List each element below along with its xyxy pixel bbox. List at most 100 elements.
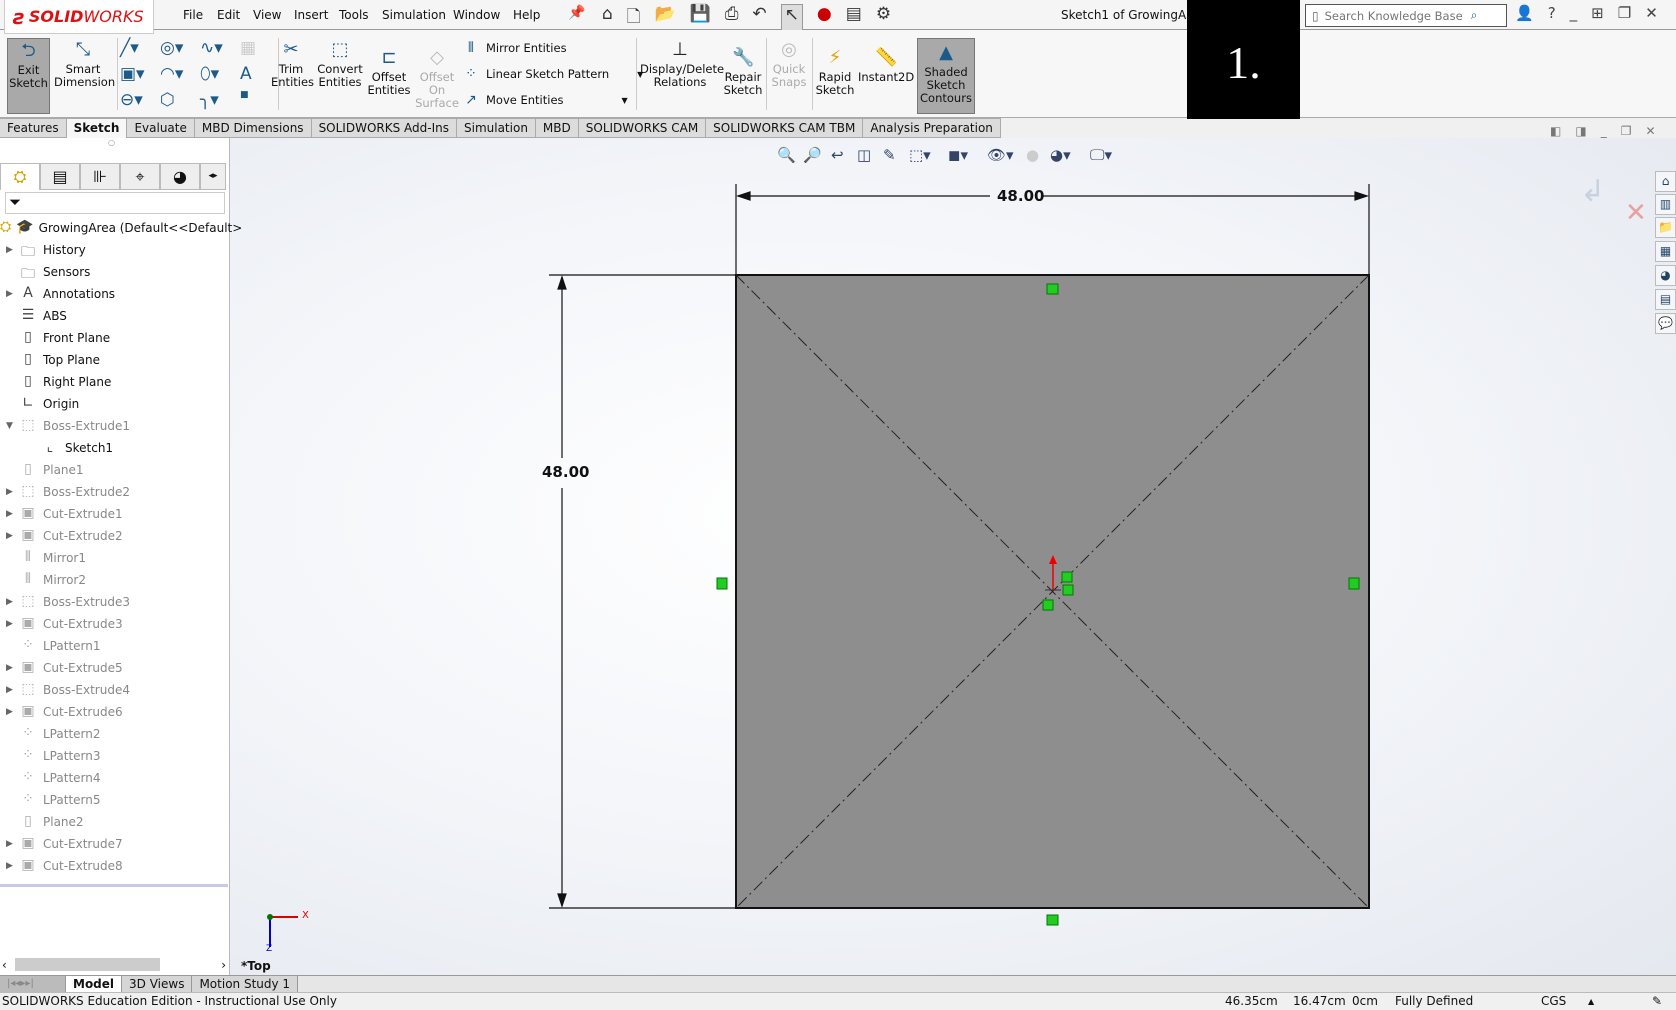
expand-arrow-icon[interactable]: ▶	[6, 245, 18, 255]
expand-arrow-icon[interactable]: ▶	[6, 487, 18, 497]
search-knowledge-base-input[interactable]	[1324, 8, 1465, 23]
point-tool-icon[interactable]: ■	[240, 90, 280, 116]
linear-sketch-pattern-button[interactable]: ⁘ Linear Sketch Pattern ▼	[462, 66, 643, 82]
tree-item[interactable]: ▶ ▣ Cut-Extrude6	[0, 701, 228, 723]
unit-system[interactable]: CGS	[1541, 993, 1566, 1010]
view-palette-icon[interactable]: ▦	[1655, 241, 1676, 262]
expand-arrow-icon[interactable]: ▶	[6, 707, 18, 717]
expand-arrow-icon[interactable]: ▶	[6, 619, 18, 629]
tree-item[interactable]: ⫴ Mirror2	[0, 569, 228, 591]
expand-arrow-icon[interactable]: ▶	[6, 861, 18, 871]
print-icon[interactable]: ⎙	[725, 4, 739, 33]
options-gear-icon[interactable]: ⚙	[876, 4, 891, 33]
width-dimension-value[interactable]: 48.00	[997, 187, 1044, 205]
display-delete-relations-button[interactable]: ⊥ Display/Delete Relations	[640, 40, 724, 89]
expand-arrow-icon[interactable]: ▶	[6, 289, 18, 299]
tree-item[interactable]: ⌞ Sketch1	[0, 437, 228, 459]
home-icon[interactable]: ⌂	[602, 4, 613, 33]
tree-item[interactable]: 🗀 Sensors	[0, 261, 228, 283]
offset-entities-button[interactable]: ⊏ Offset Entities	[366, 48, 412, 97]
feature-manager-tab[interactable]: ⛭	[0, 163, 40, 190]
tree-item[interactable]: ⁘ LPattern1	[0, 635, 228, 657]
graphics-area[interactable]: 🔍 🔎 ↩ ◫ ✎ ⬚▾ ◼▾ 👁▾ ● ◕▾ 🖵▾ ↲ ✕ 48.00 48.…	[230, 138, 1676, 975]
tree-item[interactable]: ▶ ▣ Cut-Extrude5	[0, 657, 228, 679]
trim-entities-button[interactable]: ✂ Trim Entities	[271, 40, 314, 89]
quick-snaps-button[interactable]: ◎ Quick Snaps	[768, 40, 810, 89]
tab-sketch[interactable]: Sketch	[66, 118, 128, 138]
panel-splitter-handle[interactable]: ○	[108, 138, 115, 147]
ellipse-tool-icon[interactable]: ⬯▾	[200, 64, 240, 90]
expand-arrow-icon[interactable]: ▶	[6, 663, 18, 673]
panel-left-icon[interactable]: ◧	[1550, 124, 1561, 138]
configuration-manager-tab[interactable]: ⊪	[80, 163, 120, 190]
tree-item[interactable]: ⫴ Mirror1	[0, 547, 228, 569]
tab-mbd-dimensions[interactable]: MBD Dimensions	[194, 118, 312, 138]
spline-tool-icon[interactable]: ∿▾	[200, 38, 240, 64]
vertical-dimension[interactable]	[549, 274, 736, 909]
help-icon[interactable]: ?	[1548, 4, 1556, 22]
panel-tab-scroll[interactable]: ◂▸	[200, 163, 226, 190]
polygon-tool-icon[interactable]: ⬡	[160, 90, 200, 116]
display-manager-tab[interactable]: ◕	[160, 163, 200, 190]
undo-icon[interactable]: ↶	[752, 4, 766, 33]
close-icon[interactable]: ✕	[1645, 4, 1658, 22]
instant2d-button[interactable]: 📏 Instant2D	[858, 48, 914, 84]
save-icon[interactable]: 💾	[690, 4, 711, 33]
unit-menu-arrow-icon[interactable]: ▲	[1588, 993, 1594, 1010]
dimxpert-manager-tab[interactable]: ⌖	[120, 163, 160, 190]
tab-simulation[interactable]: Simulation	[457, 118, 536, 138]
doc-restore-icon[interactable]: ❐	[1621, 124, 1632, 138]
tab-features[interactable]: Features	[0, 118, 67, 138]
panel-right-icon[interactable]: ◨	[1575, 124, 1586, 138]
tree-item[interactable]: ▯ Top Plane	[0, 349, 228, 371]
circle-tool-icon[interactable]: ◎▾	[160, 38, 200, 64]
tree-item[interactable]: ⁘ LPattern3	[0, 745, 228, 767]
height-dimension-value[interactable]: 48.00	[542, 463, 589, 481]
tree-item[interactable]: ▶ ⬚ Boss-Extrude3	[0, 591, 228, 613]
file-properties-icon[interactable]: ▤	[846, 4, 862, 33]
convert-entities-button[interactable]: ⬚ Convert Entities	[316, 40, 364, 89]
tree-item[interactable]: ▯ Plane1	[0, 459, 228, 481]
custom-properties-icon[interactable]: ▤	[1655, 289, 1676, 310]
expand-arrow-icon[interactable]: ▶	[6, 597, 18, 607]
resources-home-icon[interactable]: ⌂	[1655, 171, 1676, 192]
restore-icon[interactable]: ❐	[1618, 4, 1631, 22]
tree-item[interactable]: ▶ 🗀 History	[0, 239, 228, 261]
tree-item[interactable]: ▼ ⬚ Boss-Extrude1	[0, 415, 228, 437]
tab-mbd[interactable]: MBD	[535, 118, 579, 138]
design-library-icon[interactable]: ▥	[1655, 194, 1676, 215]
menu-window[interactable]: Window	[453, 8, 500, 22]
customize-status-icon[interactable]: ✎	[1652, 993, 1662, 1010]
smart-dimension-button[interactable]: ⤡ Smart Dimension	[54, 40, 115, 89]
collapse-arrow-icon[interactable]: ▼	[6, 421, 18, 431]
tab-solidworks-add-ins[interactable]: SOLIDWORKS Add-Ins	[311, 118, 457, 138]
tab-analysis-preparation[interactable]: Analysis Preparation	[863, 118, 1001, 138]
tree-horizontal-scrollbar[interactable]: ‹ ›	[2, 956, 226, 973]
property-manager-tab[interactable]: ▤	[40, 163, 80, 190]
mirror-entities-button[interactable]: ⫴ Mirror Entities	[462, 40, 567, 56]
bottom-tab-3d-views[interactable]: 3D Views	[122, 976, 193, 992]
menu-tools[interactable]: Tools	[339, 8, 369, 22]
exit-sketch-button[interactable]: ⮌ Exit Sketch	[7, 38, 50, 114]
menu-help[interactable]: Help	[513, 8, 540, 22]
tree-item[interactable]: ⁘ LPattern2	[0, 723, 228, 745]
tree-item[interactable]: ▶ ▣ Cut-Extrude2	[0, 525, 228, 547]
tree-item[interactable]: ⁘ LPattern5	[0, 789, 228, 811]
tree-item[interactable]: ∟ Origin	[0, 393, 228, 415]
move-entities-button[interactable]: ↗ Move Entities ▼	[462, 92, 628, 108]
tile-icon[interactable]: ⊞	[1591, 4, 1604, 22]
select-icon[interactable]: ↖	[780, 4, 803, 33]
tree-item[interactable]: ▶ A Annotations	[0, 283, 228, 305]
tree-item[interactable]: ▶ ▣ Cut-Extrude8	[0, 855, 228, 877]
shaded-sketch-contours-button[interactable]: ▲ Shaded Sketch Contours	[917, 38, 975, 114]
doc-minimize-icon[interactable]: _	[1601, 124, 1607, 138]
bottom-tab-model[interactable]: Model	[66, 976, 123, 992]
open-icon[interactable]: 📂	[654, 4, 675, 33]
minimize-icon[interactable]: _	[1570, 4, 1578, 22]
appearances-icon[interactable]: ◕	[1655, 265, 1676, 286]
file-explorer-icon[interactable]: 📁	[1655, 217, 1676, 238]
doc-close-icon[interactable]: ✕	[1645, 124, 1655, 138]
new-document-icon[interactable]: 🗋	[627, 4, 641, 33]
expand-arrow-icon[interactable]: ▶	[6, 685, 18, 695]
tree-item[interactable]: ▯ Front Plane	[0, 327, 228, 349]
